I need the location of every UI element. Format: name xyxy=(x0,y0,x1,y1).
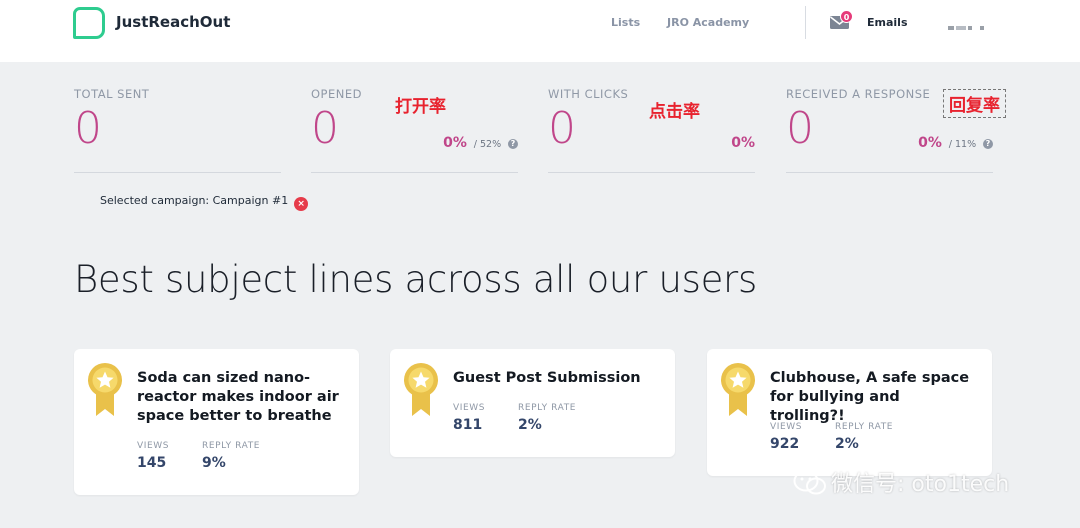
views-metric: VIEWS 145 xyxy=(137,441,169,471)
user-avatar-blurred[interactable] xyxy=(948,17,988,30)
mail-count-badge: 0 xyxy=(840,10,853,23)
views-label: VIEWS xyxy=(137,441,170,451)
reply-rate-value: 2% xyxy=(835,436,859,452)
views-metric: VIEWS 811 xyxy=(453,403,485,433)
stat-label: OPENED xyxy=(311,87,362,101)
views-label: VIEWS xyxy=(770,422,803,432)
selected-campaign: Selected campaign: Campaign #1 × xyxy=(100,194,309,211)
card-subject-title: Soda can sized nano-reactor makes indoor… xyxy=(137,370,339,424)
stat-percentage: 0% xyxy=(731,135,755,151)
stat-value: 0 xyxy=(548,103,576,154)
section-title: Best subject lines across all our users xyxy=(74,258,757,301)
reply-rate-value: 2% xyxy=(518,417,542,433)
stat-pct-value: 0% xyxy=(443,135,467,151)
watermark-text: 微信号: oto1tech xyxy=(831,472,1010,497)
nav-lists-link[interactable]: Lists xyxy=(611,16,640,29)
views-metric: VIEWS 922 xyxy=(770,422,802,452)
reply-rate-metric: REPLY RATE 9% xyxy=(202,441,260,471)
annotation-open-rate: 打开率 xyxy=(395,97,446,117)
stat-label: TOTAL SENT xyxy=(74,87,150,101)
views-value: 145 xyxy=(137,455,167,471)
reply-rate-value: 9% xyxy=(202,455,226,471)
annotation-reply-rate: 回复率 xyxy=(943,89,1006,118)
stat-value: 0 xyxy=(786,103,814,154)
reply-rate-label: REPLY RATE xyxy=(202,441,261,451)
clear-campaign-icon[interactable]: × xyxy=(294,197,309,211)
wechat-icon xyxy=(793,470,826,495)
top-header: JustReachOut Lists JRO Academy 0 Emails xyxy=(0,0,1080,62)
nav-academy-link[interactable]: JRO Academy xyxy=(667,16,749,29)
award-ribbon-icon xyxy=(404,363,438,416)
reply-rate-metric: REPLY RATE 2% xyxy=(518,403,576,433)
reply-rate-label: REPLY RATE xyxy=(518,403,577,413)
stat-average: / 52% xyxy=(473,139,502,150)
selected-campaign-text: Selected campaign: Campaign #1 xyxy=(100,194,289,207)
stat-value: 0 xyxy=(74,103,102,154)
header-divider xyxy=(805,6,806,39)
logo-icon[interactable] xyxy=(73,7,105,39)
stat-label: WITH CLICKS xyxy=(548,87,629,101)
annotation-click-rate: 点击率 xyxy=(649,102,700,122)
subject-line-card[interactable]: Clubhouse, A safe space for bullying and… xyxy=(707,349,992,476)
award-ribbon-icon xyxy=(721,363,755,416)
reply-rate-label: REPLY RATE xyxy=(835,422,894,432)
help-icon[interactable]: ? xyxy=(508,139,518,149)
subject-line-card[interactable]: Guest Post Submission VIEWS 811 REPLY RA… xyxy=(390,349,675,457)
help-icon[interactable]: ? xyxy=(983,139,993,149)
wechat-watermark: 微信号: oto1tech xyxy=(793,466,1009,498)
views-value: 811 xyxy=(453,417,483,433)
stat-label: RECEIVED A RESPONSE xyxy=(786,87,931,101)
stat-percentage: 0% / 52% ? xyxy=(443,135,518,151)
stat-pct-value: 0% xyxy=(918,135,942,151)
stat-average: / 11% xyxy=(948,139,977,150)
subject-line-card[interactable]: Soda can sized nano-reactor makes indoor… xyxy=(74,349,359,495)
views-value: 922 xyxy=(770,436,800,452)
card-subject-title: Guest Post Submission xyxy=(453,370,641,386)
stat-pct-value: 0% xyxy=(731,135,755,151)
stat-value: 0 xyxy=(311,103,339,154)
award-ribbon-icon xyxy=(88,363,122,416)
views-label: VIEWS xyxy=(453,403,486,413)
reply-rate-metric: REPLY RATE 2% xyxy=(835,422,893,452)
brand-name[interactable]: JustReachOut xyxy=(116,13,230,31)
nav-emails-link[interactable]: Emails xyxy=(867,16,908,29)
card-subject-title: Clubhouse, A safe space for bullying and… xyxy=(770,370,970,424)
stat-percentage: 0% / 11% ? xyxy=(918,135,993,151)
stat-total-sent: TOTAL SENT 0 xyxy=(74,87,281,173)
